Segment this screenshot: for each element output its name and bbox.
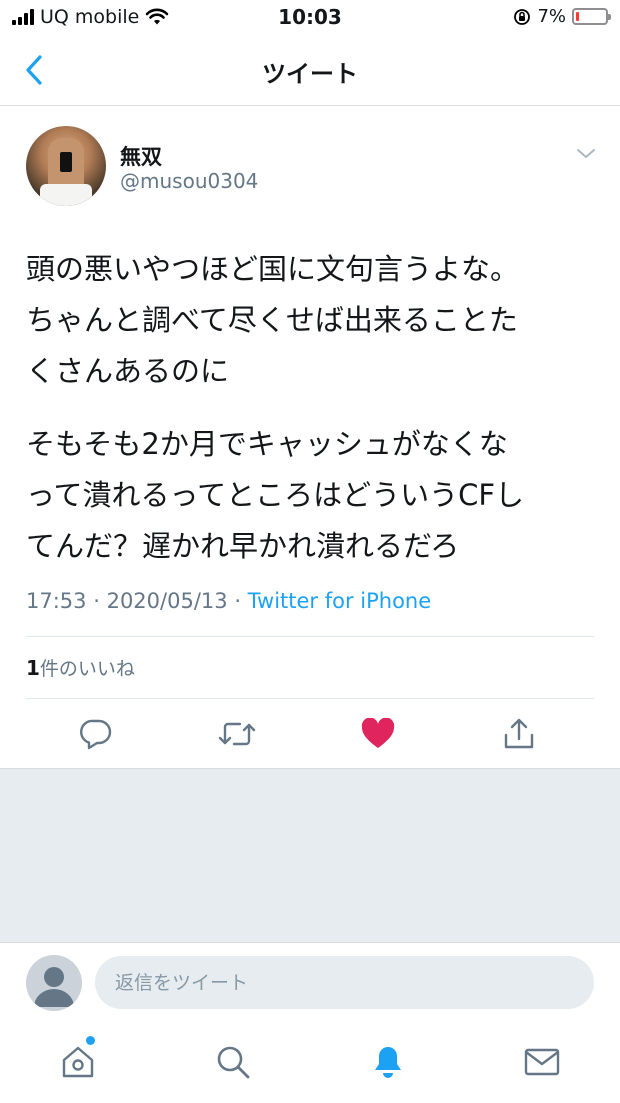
reply-button[interactable] [76,714,116,754]
page-title: ツイート [262,60,358,88]
new-content-dot [86,1036,95,1045]
tweet-meta: 17:53 · 2020/05/13 · Twitter for iPhone [26,589,432,613]
author-avatar[interactable] [26,126,106,206]
battery-icon [572,8,611,25]
timeline-background [0,768,620,942]
tab-home[interactable] [58,1042,98,1082]
battery-percent: 7% [537,6,566,27]
tweet-date: 2020/05/13 [106,589,228,613]
messages-icon [524,1048,560,1076]
tab-messages[interactable] [522,1042,562,1082]
status-right: 7% [513,6,611,27]
tweet-text-line: くさんあるのに [26,354,230,388]
notifications-icon [375,1047,401,1078]
tweet-text-line: そもそも2か月でキャッシュがなくな [26,427,508,461]
reply-icon [80,719,112,750]
tab-search[interactable] [213,1042,253,1082]
share-icon [504,718,534,749]
retweet-button[interactable] [217,714,257,754]
tweet-time: 17:53 [26,589,87,613]
tweet-text-line: てんだ？遅かれ早かれ潰れるだろ [26,529,460,563]
tweet-text: 頭の悪いやつほど国に文句言うよな。 ちゃんと調べて尽くせば出来ることた くさんあ… [26,244,592,572]
tab-bar [0,1024,620,1103]
home-icon [62,1046,94,1078]
status-bar: UQ mobile 10:03 7% [0,0,620,34]
author-name[interactable]: 無双 [120,141,162,171]
default-avatar-icon [34,967,74,1007]
tweet-text-line: 頭の悪いやつほど国に文句言うよな。 [26,252,520,286]
retweet-icon [218,722,256,746]
search-icon [217,1046,250,1079]
tweet-text-line: って潰れるってところはどういうCFし [26,478,525,512]
tweet-source-link[interactable]: Twitter for iPhone [248,589,432,613]
tab-notifications[interactable] [368,1042,408,1082]
orientation-lock-icon [514,8,531,25]
reply-bar [0,942,620,1024]
reply-input[interactable] [95,956,594,1009]
nav-header: ツイート [0,34,620,106]
like-button[interactable] [358,714,398,754]
likes-count[interactable]: 1件のいいね [26,654,135,681]
like-count-label: 件のいいね [39,658,135,680]
like-count-number: 1 [26,656,40,680]
divider [26,636,594,637]
heart-icon [361,718,395,748]
tweet-text-line: ちゃんと調べて尽くせば出来ることた [26,303,518,337]
divider [26,698,594,699]
share-button[interactable] [499,714,539,754]
author-handle[interactable]: @musou0304 [120,169,258,193]
chevron-down-icon[interactable] [574,142,598,166]
user-avatar[interactable] [26,955,82,1011]
